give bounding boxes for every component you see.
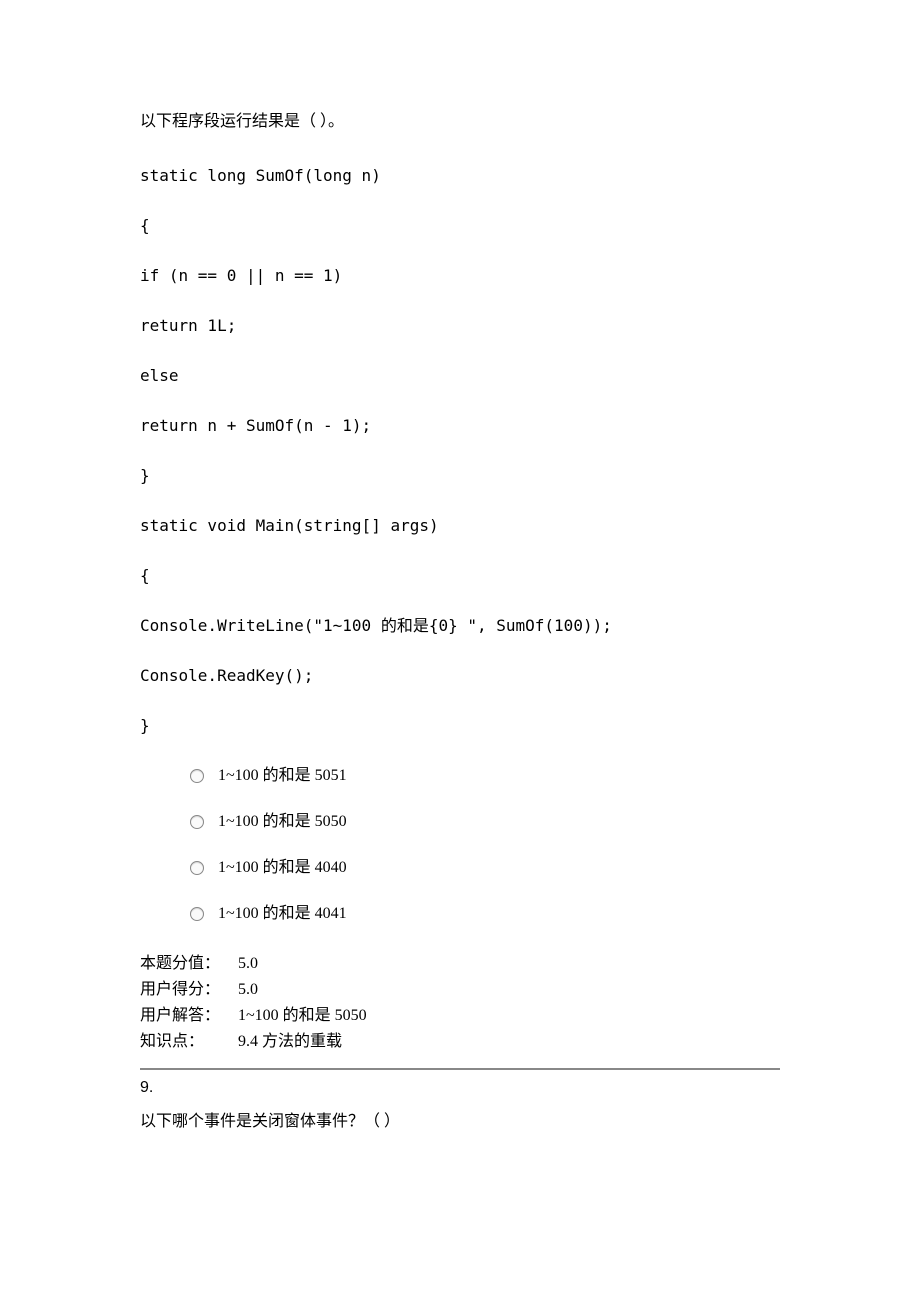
code-line: } [140,464,780,488]
radio-icon[interactable] [190,769,204,783]
code-line: return 1L; [140,314,780,338]
next-question-prompt: 以下哪个事件是关闭窗体事件？（ ） [140,1110,780,1134]
option-label: 1~100 的和是 4041 [218,902,347,926]
user-answer-label: 用户解答： [140,1004,230,1028]
user-score-value: 5.0 [238,978,258,1002]
knowledge-label: 知识点： [140,1030,230,1054]
radio-icon[interactable] [190,907,204,921]
user-answer-value: 1~100 的和是 5050 [238,1004,367,1028]
code-line: } [140,714,780,738]
question-number: 9. [140,1076,780,1100]
radio-icon[interactable] [190,861,204,875]
question-prompt: 以下程序段运行结果是（ ）。 [140,110,780,134]
code-line: Console.WriteLine("1~100 的和是{0} ", SumOf… [140,614,780,638]
code-line: { [140,214,780,238]
code-block: static long SumOf(long n) { if (n == 0 |… [140,164,780,738]
option-d[interactable]: 1~100 的和是 4041 [190,902,780,926]
option-a[interactable]: 1~100 的和是 5051 [190,764,780,788]
option-b[interactable]: 1~100 的和是 5050 [190,810,780,834]
score-value: 5.0 [238,952,258,976]
code-line: { [140,564,780,588]
user-score-label: 用户得分： [140,978,230,1002]
divider [140,1068,780,1070]
radio-icon[interactable] [190,815,204,829]
code-line: else [140,364,780,388]
option-label: 1~100 的和是 5051 [218,764,347,788]
options-list: 1~100 的和是 5051 1~100 的和是 5050 1~100 的和是 … [190,764,780,926]
code-line: static void Main(string[] args) [140,514,780,538]
score-label: 本题分值： [140,952,230,976]
code-line: Console.ReadKey(); [140,664,780,688]
option-label: 1~100 的和是 5050 [218,810,347,834]
option-c[interactable]: 1~100 的和是 4040 [190,856,780,880]
code-line: if (n == 0 || n == 1) [140,264,780,288]
code-line: return n + SumOf(n - 1); [140,414,780,438]
knowledge-value: 9.4 方法的重载 [238,1030,342,1054]
code-line: static long SumOf(long n) [140,164,780,188]
question-meta: 本题分值： 5.0 用户得分： 5.0 用户解答： 1~100 的和是 5050… [140,952,780,1054]
option-label: 1~100 的和是 4040 [218,856,347,880]
